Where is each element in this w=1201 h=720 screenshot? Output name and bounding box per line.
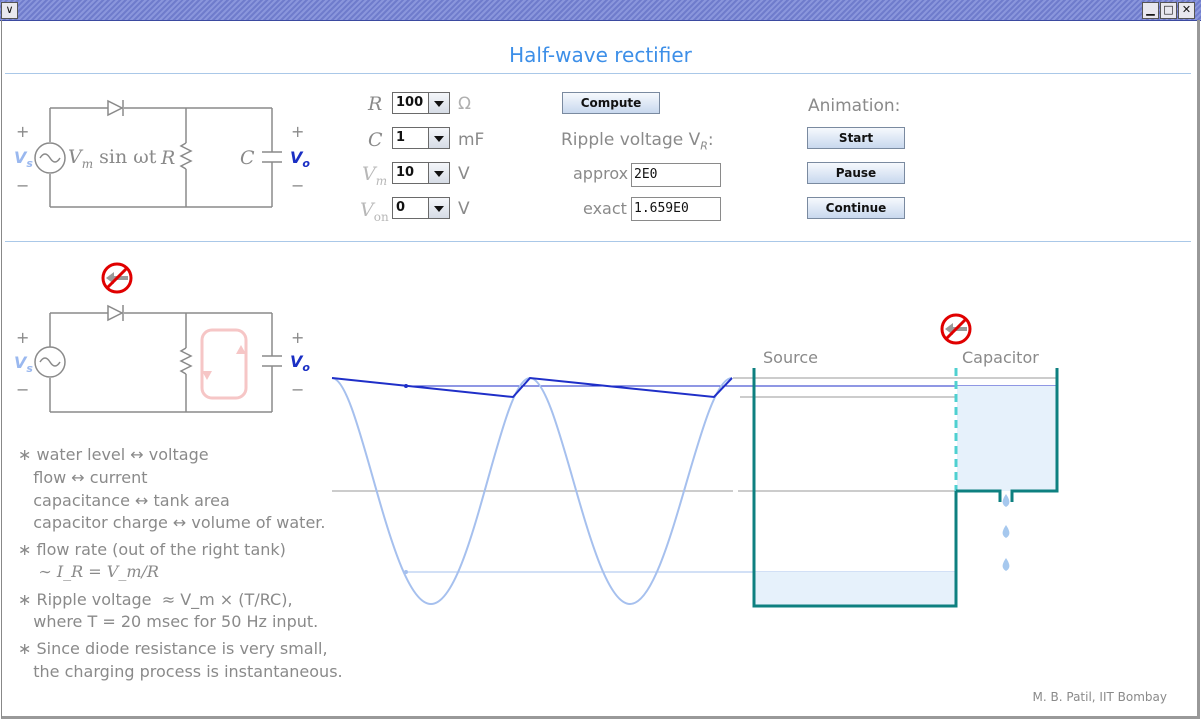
param-von-unit: V — [458, 199, 470, 219]
approx-label: approx — [573, 164, 629, 183]
top-c-label: C — [240, 147, 255, 169]
no-reverse-flow-icon — [101, 262, 133, 294]
approx-field[interactable]: 2E0 — [631, 163, 721, 187]
vm-select[interactable]: 10 — [392, 162, 450, 184]
lower-minus-right: − — [291, 380, 305, 399]
c-value: 1 — [396, 130, 406, 145]
diode-icon — [107, 99, 124, 117]
note-line: where T = 20 msec for 50 Hz input. — [18, 612, 319, 631]
pause-button[interactable]: Pause — [807, 162, 905, 184]
no-reverse-flow-icon — [940, 313, 972, 345]
param-von-label: Von — [360, 199, 389, 224]
chevron-down-icon[interactable] — [428, 93, 449, 113]
param-vm-unit: V — [458, 164, 470, 184]
exact-field[interactable]: 1.659E0 — [631, 197, 721, 221]
note-line: ∗ water level ↔ voltage — [18, 445, 209, 464]
top-minus-left: − — [16, 176, 30, 195]
chevron-down-icon[interactable] — [428, 163, 449, 183]
chevron-down-icon[interactable] — [428, 128, 449, 148]
lower-vs-label: Vs — [14, 353, 33, 376]
lower-minus-left: − — [16, 380, 30, 399]
output-waveform — [331, 376, 733, 399]
top-plus-right: + — [291, 122, 305, 141]
ripple-heading: Ripple voltage VR: — [561, 130, 714, 153]
note-line: capacitance ↔ tank area — [18, 491, 230, 510]
source-tank-label: Source — [763, 348, 818, 367]
vm-value: 10 — [396, 165, 415, 180]
source-tank — [752, 368, 958, 608]
param-r-label: R — [368, 93, 383, 115]
von-select[interactable]: 0 — [392, 197, 450, 219]
note-line: ∗ Ripple voltage ≈ V_m × (T/RC), — [18, 590, 293, 609]
param-c-label: C — [368, 129, 383, 151]
note-line: flow ↔ current — [18, 468, 148, 487]
water-drop-icon — [1002, 494, 1010, 571]
von-value: 0 — [396, 200, 406, 215]
continue-button[interactable]: Continue — [807, 197, 905, 219]
top-vo-label: Vo — [290, 148, 310, 171]
param-r-unit: Ω — [458, 94, 471, 114]
note-line: the charging process is instantaneous. — [18, 662, 343, 681]
top-vs-label: Vs — [14, 148, 33, 171]
credit-text: M. B. Patil, IIT Bombay — [1032, 690, 1167, 704]
r-select[interactable]: 100 — [392, 92, 450, 114]
chevron-down-icon[interactable] — [428, 198, 449, 218]
note-line: ∗ flow rate (out of the right tank) — [18, 540, 286, 559]
lower-vo-label: Vo — [290, 352, 310, 375]
start-button[interactable]: Start — [807, 127, 905, 149]
compute-button[interactable]: Compute — [562, 92, 660, 114]
capacitor-tank-label: Capacitor — [962, 348, 1039, 367]
c-select[interactable]: 1 — [392, 127, 450, 149]
param-c-unit: mF — [458, 130, 485, 150]
source-expression: Vm sin ωt — [68, 146, 157, 171]
discharge-loop — [200, 328, 248, 400]
animation-heading: Animation: — [808, 96, 901, 116]
note-line: ∼ I_R = V_m/R — [18, 562, 159, 581]
r-value: 100 — [396, 95, 424, 110]
top-minus-right: − — [291, 176, 305, 195]
note-line: ∗ Since diode resistance is very small, — [18, 639, 328, 658]
param-vm-label: Vm — [362, 163, 388, 188]
note-line: capacitor charge ↔ volume of water. — [18, 513, 326, 532]
capacitor-tank — [954, 368, 1059, 502]
top-plus-left: + — [16, 122, 30, 141]
lower-plus-left: + — [16, 328, 30, 347]
lower-plus-right: + — [291, 328, 305, 347]
top-r-label: R — [161, 147, 176, 169]
diode-icon — [107, 304, 124, 322]
waveform — [331, 376, 1058, 606]
exact-label: exact — [583, 199, 627, 218]
